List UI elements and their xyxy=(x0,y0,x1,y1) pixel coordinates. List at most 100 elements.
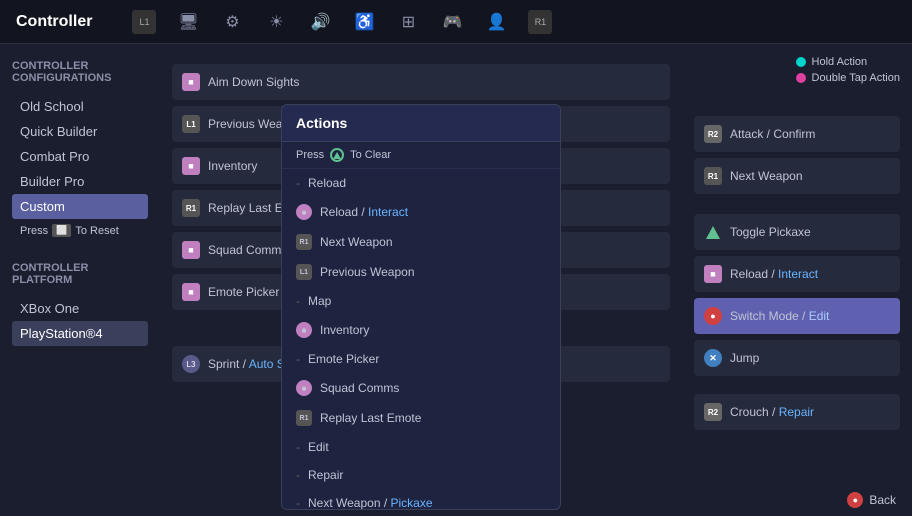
nav-accessibility-icon[interactable]: ♿ xyxy=(352,10,376,34)
cross-icon-right: ✕ xyxy=(704,349,722,367)
dropdown-inventory[interactable]: ■ Inventory xyxy=(282,315,560,345)
triangle-icon-right xyxy=(704,223,722,241)
right-action-next-weapon[interactable]: R1 Next Weapon xyxy=(694,158,900,194)
action-aim-down-sights[interactable]: ■ Aim Down Sights xyxy=(172,64,670,100)
square-icon-right: ■ xyxy=(704,265,722,283)
dash-icon-emote: - xyxy=(296,352,300,366)
platform-ps4[interactable]: PlayStation®4 xyxy=(12,321,148,346)
action-emote-label: Emote Picker xyxy=(208,285,279,299)
action-squad-label: Squad Comms xyxy=(208,243,287,257)
dash-icon-nwp: - xyxy=(296,496,300,509)
hold-dot xyxy=(796,57,806,67)
square-icon-drop: ■ xyxy=(296,204,312,220)
right-action-toggle-pickaxe[interactable]: Toggle Pickaxe xyxy=(694,214,900,250)
nav-l1-icon[interactable]: L1 xyxy=(132,10,156,34)
back-label[interactable]: Back xyxy=(869,493,896,507)
dropdown-reload-interact-label: Reload / Interact xyxy=(320,205,408,219)
nav-brightness-icon[interactable]: ☀ xyxy=(264,10,288,34)
right-reload-interact-label: Reload / Interact xyxy=(730,267,818,281)
dropdown-repair[interactable]: - Repair xyxy=(282,461,560,489)
dash-icon-repair: - xyxy=(296,468,300,482)
left-sidebar: Controller Configurations Old School Qui… xyxy=(0,44,160,516)
nav-layout-icon[interactable]: ⊞ xyxy=(396,10,420,34)
nav-display-icon[interactable]: 🖥 xyxy=(176,10,200,34)
subtitle-press: Press xyxy=(296,149,324,161)
platform-xbox[interactable]: XBox One xyxy=(12,296,148,321)
dropdown-squad-label: Squad Comms xyxy=(320,381,399,395)
config-press-reset[interactable]: Press ⬜ To Reset xyxy=(12,219,148,242)
dropdown-prev-weapon-label: Previous Weapon xyxy=(320,265,415,279)
r1-icon: R1 xyxy=(182,199,200,217)
hold-label: Hold Action xyxy=(812,56,868,68)
right-toggle-pickaxe-label: Toggle Pickaxe xyxy=(730,225,811,239)
app-title: Controller xyxy=(16,13,92,31)
nav-audio-icon[interactable]: 🔊 xyxy=(308,10,332,34)
dropdown-nwp-label: Next Weapon / Pickaxe xyxy=(308,496,433,509)
action-aim-label: Aim Down Sights xyxy=(208,75,299,89)
dropdown-edit[interactable]: - Edit xyxy=(282,433,560,461)
right-attack-label: Attack / Confirm xyxy=(730,127,815,141)
legend-doubletap: Double Tap Action xyxy=(796,72,900,84)
configs-title: Controller Configurations xyxy=(12,60,148,84)
dropdown-map-label: Map xyxy=(308,294,331,308)
dropdown-emote-label: Emote Picker xyxy=(308,352,379,366)
nav-r1-icon[interactable]: R1 xyxy=(528,10,552,34)
nav-icons: L1 🖥 ⚙ ☀ 🔊 ♿ ⊞ 🎮 👤 R1 xyxy=(132,10,552,34)
dash-icon-map: - xyxy=(296,294,300,308)
l1-icon-drop: L1 xyxy=(296,264,312,280)
dropdown-replay[interactable]: R1 Replay Last Emote xyxy=(282,403,560,433)
dropdown-next-weapon[interactable]: R1 Next Weapon xyxy=(282,227,560,257)
dropdown-subtitle: Press To Clear xyxy=(282,142,560,169)
dropdown-reload[interactable]: - Reload xyxy=(282,169,560,197)
dropdown-map[interactable]: - Map xyxy=(282,287,560,315)
right-switch-mode-label: Switch Mode / Edit xyxy=(730,309,829,323)
right-action-jump[interactable]: ✕ Jump xyxy=(694,340,900,376)
dropdown-prev-weapon[interactable]: L1 Previous Weapon xyxy=(282,257,560,287)
nav-settings-icon[interactable]: ⚙ xyxy=(220,10,244,34)
top-bar: Controller L1 🖥 ⚙ ☀ 🔊 ♿ ⊞ 🎮 👤 R1 xyxy=(0,0,912,44)
dash-icon-edit: - xyxy=(296,440,300,454)
doubletap-dot xyxy=(796,73,806,83)
dropdown-next-weapon-pickaxe[interactable]: - Next Weapon / Pickaxe xyxy=(282,489,560,509)
square-icon-4: ■ xyxy=(182,283,200,301)
spacer2 xyxy=(694,382,900,388)
right-crouch-label: Crouch / Repair xyxy=(730,405,814,419)
main-content: Controller Configurations Old School Qui… xyxy=(0,44,912,516)
r1-icon-drop: R1 xyxy=(296,234,312,250)
dropdown-repair-label: Repair xyxy=(308,468,343,482)
dropdown-edit-label: Edit xyxy=(308,440,329,454)
dropdown-emote-picker[interactable]: - Emote Picker xyxy=(282,345,560,373)
dropdown-list: - Reload ■ Reload / Interact R1 Next Wea… xyxy=(282,169,560,509)
config-custom[interactable]: Custom xyxy=(12,194,148,219)
right-action-reload-interact[interactable]: ■ Reload / Interact xyxy=(694,256,900,292)
nav-user-icon[interactable]: 👤 xyxy=(484,10,508,34)
dropdown-replay-label: Replay Last Emote xyxy=(320,411,421,425)
config-builder-pro[interactable]: Builder Pro xyxy=(12,169,148,194)
platform-list: XBox One PlayStation®4 xyxy=(12,296,148,346)
square-icon-2: ■ xyxy=(182,157,200,175)
config-old-school[interactable]: Old School xyxy=(12,94,148,119)
config-quick-builder[interactable]: Quick Builder xyxy=(12,119,148,144)
square-icon-inv: ■ xyxy=(296,322,312,338)
dropdown-reload-interact[interactable]: ■ Reload / Interact xyxy=(282,197,560,227)
nav-controller-icon[interactable]: 🎮 xyxy=(440,10,464,34)
config-combat-pro[interactable]: Combat Pro xyxy=(12,144,148,169)
actions-dropdown[interactable]: Actions Press To Clear - Reload ■ Reload… xyxy=(281,104,561,510)
right-action-attack[interactable]: R2 Attack / Confirm xyxy=(694,116,900,152)
square-icon-squad: ■ xyxy=(296,380,312,396)
right-action-switch-mode[interactable]: ● Switch Mode / Edit xyxy=(694,298,900,334)
legend-hold: Hold Action xyxy=(796,56,900,68)
dash-icon: - xyxy=(296,176,300,190)
center-panel: ■ Aim Down Sights L1 Previous Weapon ■ I… xyxy=(160,44,682,516)
l1-icon: L1 xyxy=(182,115,200,133)
right-action-crouch-repair[interactable]: R2 Crouch / Repair xyxy=(694,394,900,430)
right-panel: Hold Action Double Tap Action R2 Attack … xyxy=(682,44,912,516)
square-icon: ■ xyxy=(182,73,200,91)
sprint-icon: L3 xyxy=(182,355,200,373)
legend: Hold Action Double Tap Action xyxy=(796,56,900,84)
circle-back-icon: ● xyxy=(847,492,863,508)
spacer xyxy=(694,200,900,208)
dropdown-squad-comms[interactable]: ■ Squad Comms xyxy=(282,373,560,403)
triangle-shape xyxy=(333,152,341,159)
r1-icon-replay: R1 xyxy=(296,410,312,426)
